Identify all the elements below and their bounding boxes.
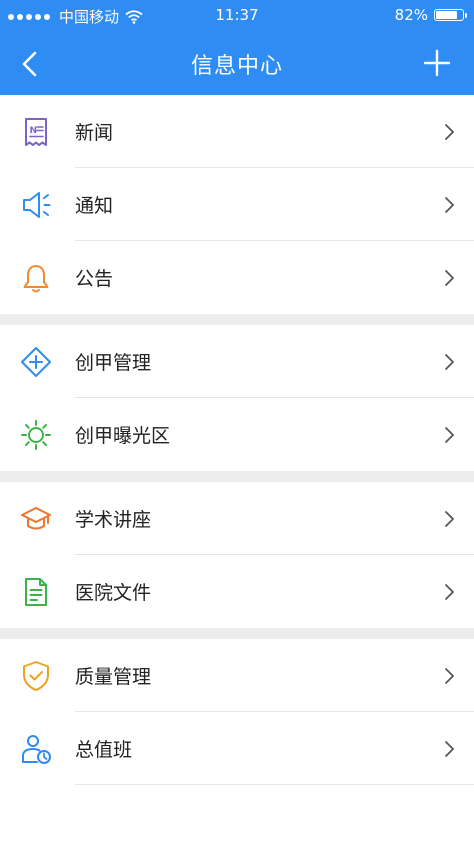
app-header: 中国移动 11:37 82% 信息中心 (0, 0, 474, 95)
menu-item-documents[interactable]: 医院文件 (0, 555, 474, 628)
divider (75, 784, 474, 785)
battery-percent: 82% (394, 6, 428, 24)
menu-item-exposure[interactable]: 创甲曝光区 (0, 398, 474, 471)
document-icon (25, 578, 47, 606)
menu-item-lecture[interactable]: 学术讲座 (0, 482, 474, 555)
menu-item-label: 医院文件 (75, 582, 152, 604)
bell-icon (23, 265, 49, 293)
svg-text:N: N (30, 126, 38, 136)
page-title: 信息中心 (190, 54, 283, 79)
menu-item-duty[interactable]: 总值班 (0, 712, 474, 785)
shield-check-icon (23, 661, 49, 691)
menu-group-1: N 新闻 通知 公告 (0, 95, 474, 314)
news-icon: N (25, 118, 47, 146)
chevron-right-icon (445, 741, 454, 757)
battery-icon (434, 9, 467, 21)
status-right: 82% (394, 6, 467, 24)
chevron-right-icon (445, 511, 454, 527)
menu-item-label: 新闻 (75, 122, 114, 144)
speaker-icon (23, 192, 51, 218)
menu-item-label: 通知 (75, 195, 114, 217)
menu-item-news[interactable]: N 新闻 (0, 95, 474, 168)
menu-item-bulletin[interactable]: 公告 (0, 241, 474, 314)
menu-item-label: 总值班 (75, 739, 133, 761)
status-bar: 中国移动 11:37 82% (0, 0, 474, 30)
chevron-right-icon (445, 427, 454, 443)
section-gap (0, 628, 474, 639)
chevron-right-icon (445, 197, 454, 213)
menu-item-label: 创甲曝光区 (75, 425, 171, 447)
menu-item-quality[interactable]: 质量管理 (0, 639, 474, 712)
plus-icon[interactable] (422, 48, 452, 78)
chevron-right-icon (445, 584, 454, 600)
menu-group-2: 创甲管理 创甲曝光区 (0, 325, 474, 471)
plus-diamond-icon (21, 347, 51, 377)
menu-item-label: 质量管理 (75, 666, 152, 688)
menu-item-notice[interactable]: 通知 (0, 168, 474, 241)
chevron-right-icon (445, 668, 454, 684)
section-gap (0, 314, 474, 325)
menu-group-3: 学术讲座 医院文件 (0, 482, 474, 628)
chevron-right-icon (445, 354, 454, 370)
chevron-right-icon (445, 270, 454, 286)
sun-icon (21, 420, 51, 450)
section-gap (0, 471, 474, 482)
user-clock-icon (22, 735, 51, 764)
menu-item-accreditation[interactable]: 创甲管理 (0, 325, 474, 398)
menu-group-4: 质量管理 总值班 (0, 639, 474, 785)
menu-item-label: 公告 (75, 268, 114, 290)
menu-item-label: 学术讲座 (75, 509, 152, 531)
graduation-cap-icon (21, 507, 51, 530)
chevron-right-icon (445, 124, 454, 140)
battery-fill (436, 11, 458, 19)
menu-item-label: 创甲管理 (75, 352, 152, 374)
